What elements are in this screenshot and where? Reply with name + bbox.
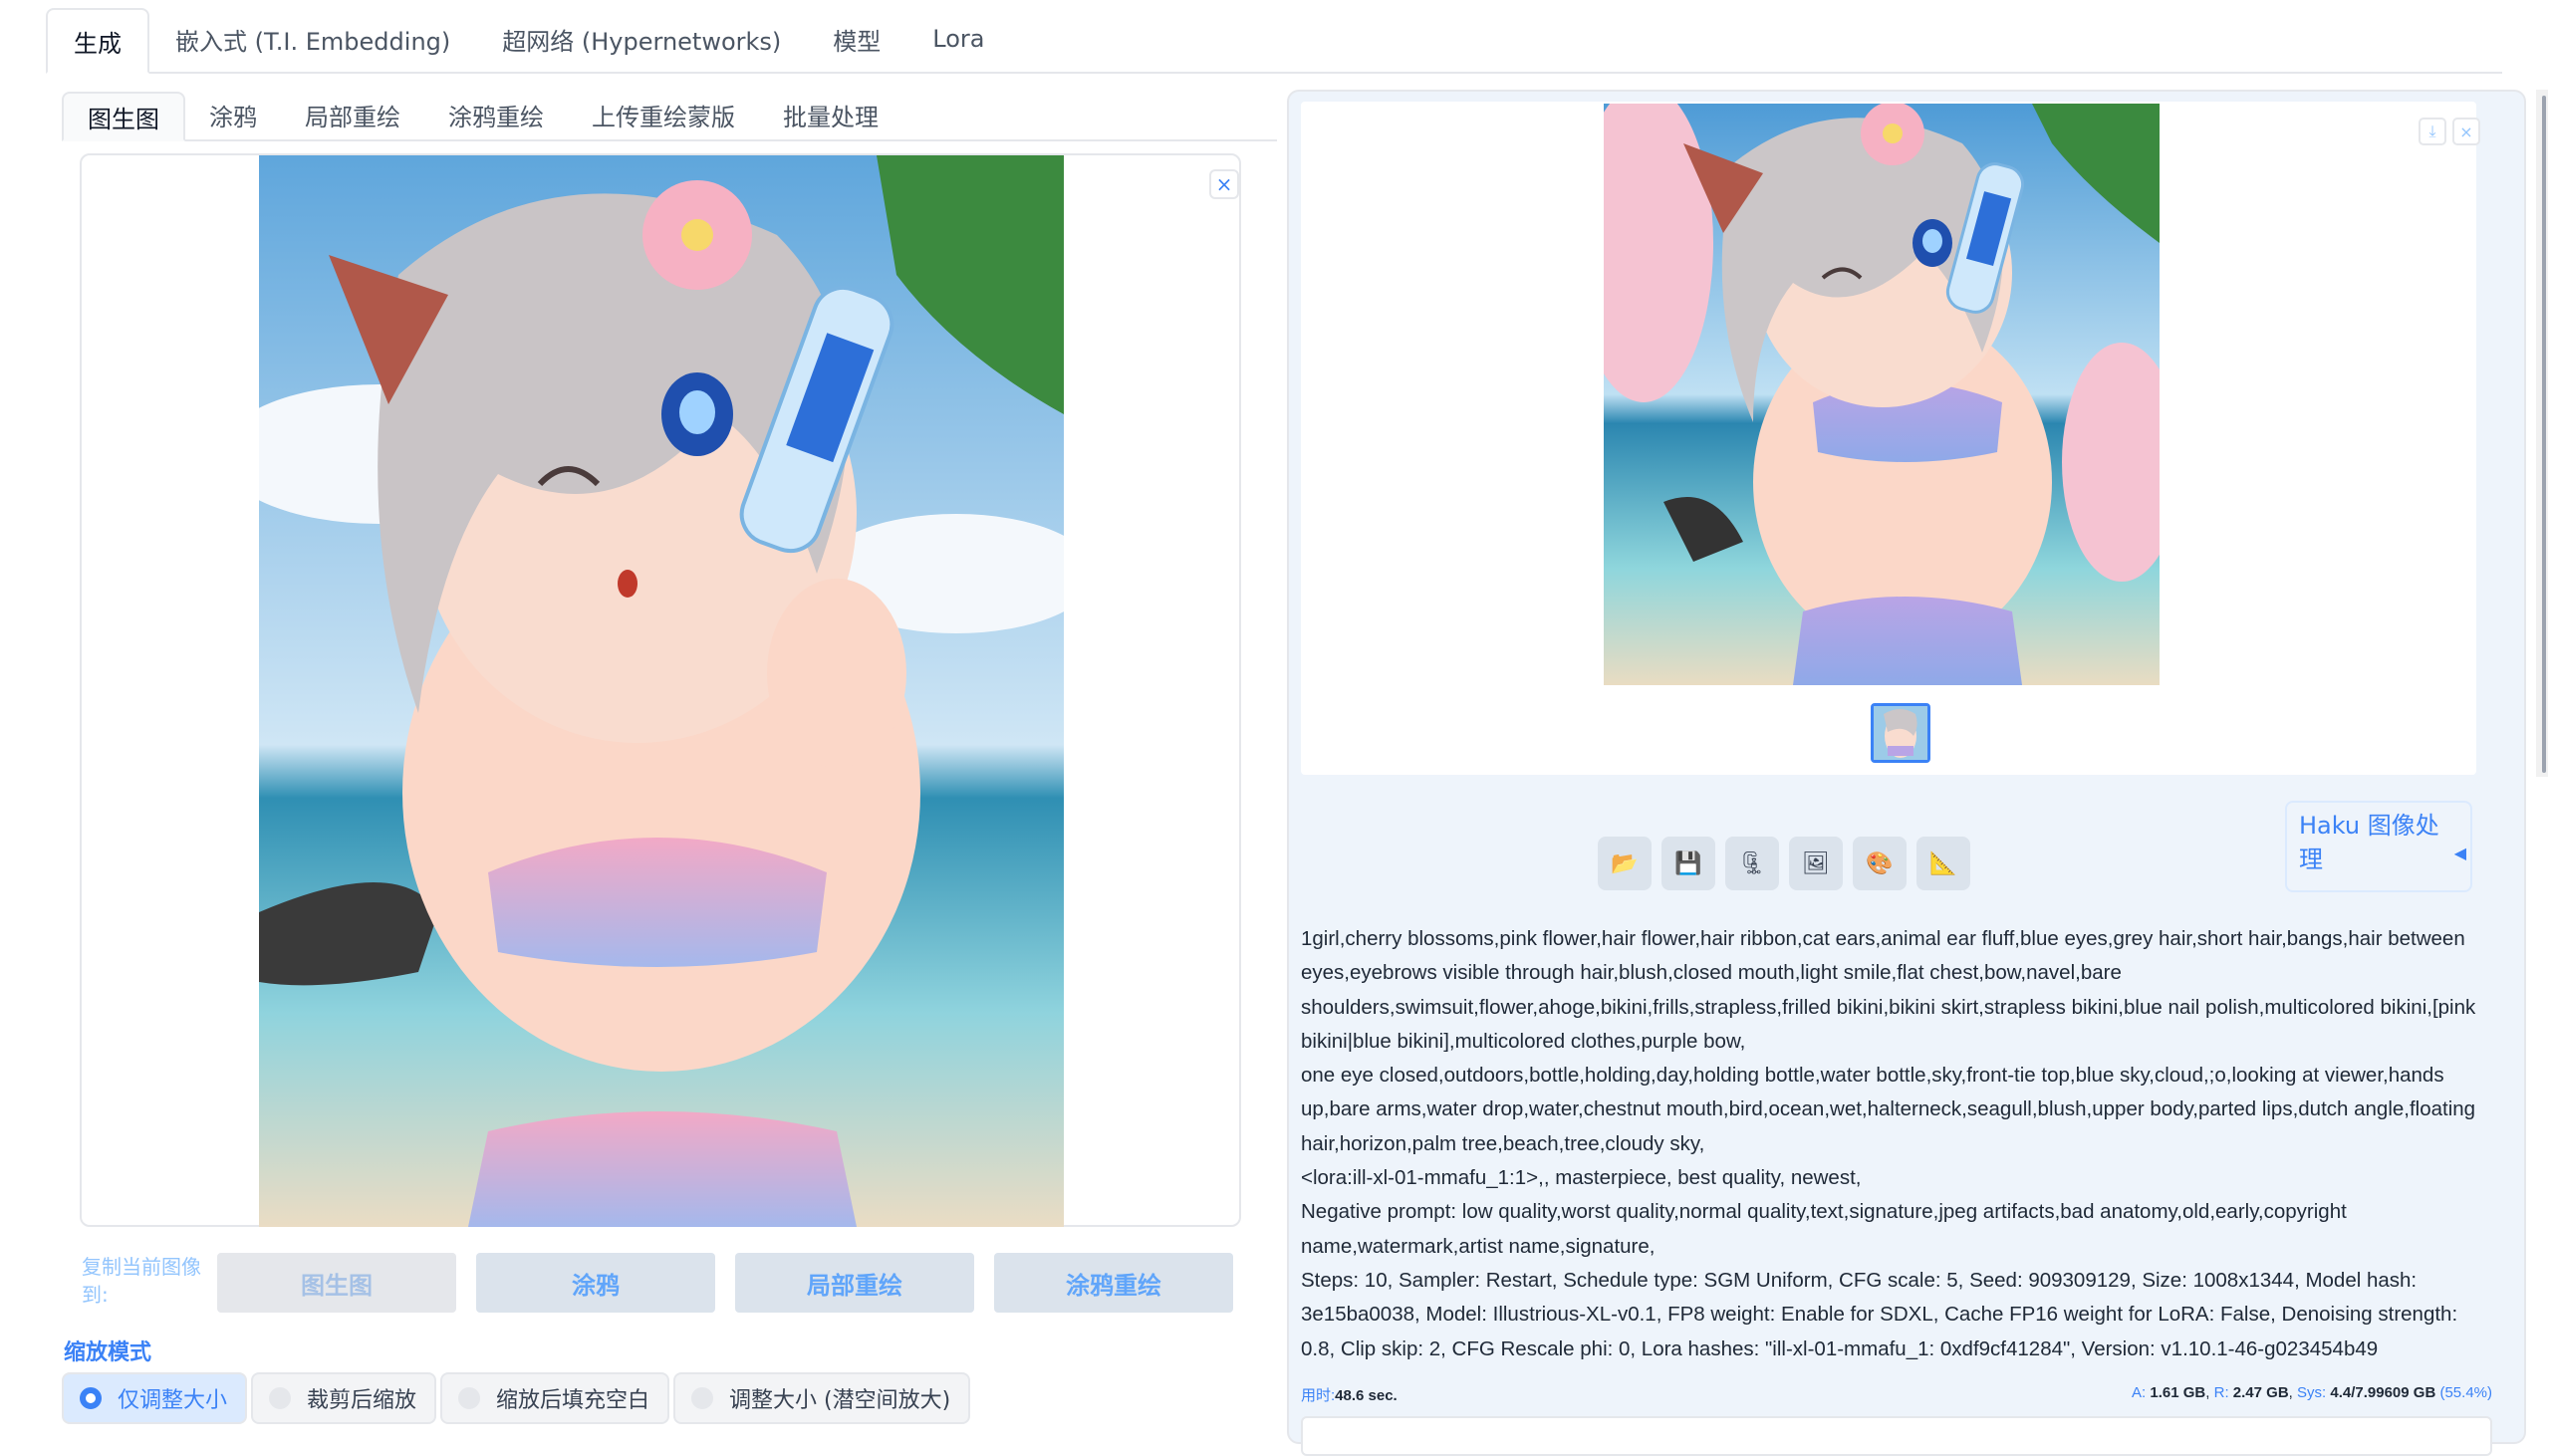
radio-dot <box>691 1387 714 1409</box>
memory-stats: A: 1.61 GB, R: 2.47 GB, Sys: 4.4/7.99609… <box>2132 1384 2492 1401</box>
radio-label: 缩放后填充空白 <box>496 1388 650 1413</box>
gen-info-line: one eye closed,outdoors,bottle,holding,d… <box>1301 1064 2476 1155</box>
close-gallery-icon[interactable]: × <box>2452 118 2480 145</box>
resize-mode-just-resize[interactable]: 仅调整大小 <box>62 1372 248 1424</box>
img2img-panel: 图生图 涂鸦 局部重绘 涂鸦重绘 上传重绘蒙版 批量处理 × 复制当前图像到: … <box>62 90 1277 1434</box>
tab-img2img[interactable]: 图生图 <box>62 92 185 141</box>
clear-image-icon[interactable]: × <box>1209 169 1239 199</box>
radio-label: 仅调整大小 <box>118 1388 228 1413</box>
copy-image-row: 复制当前图像到: 图生图 涂鸦 局部重绘 涂鸦重绘 <box>80 1249 1241 1319</box>
save-icon[interactable]: 💾 <box>1661 837 1715 890</box>
main-tabs: 生成 嵌入式 (T.I. Embedding) 超网络 (Hypernetwor… <box>46 8 2502 74</box>
tab-inpaint-sketch[interactable]: 涂鸦重绘 <box>424 90 568 139</box>
output-image[interactable] <box>1604 104 2160 685</box>
resize-mode-latent-upscale[interactable]: 调整大小 (潜空间放大) <box>673 1372 971 1424</box>
haku-label: Haku 图像处理 <box>2299 812 2439 873</box>
img2img-mode-tabs: 图生图 涂鸦 局部重绘 涂鸦重绘 上传重绘蒙版 批量处理 <box>62 90 1277 141</box>
a-label: A: <box>2132 1384 2147 1401</box>
zip-icon[interactable]: 🗜 <box>1725 837 1779 890</box>
a-value: 1.61 GB <box>2150 1384 2206 1401</box>
webui-app: 生成 嵌入式 (T.I. Embedding) 超网络 (Hypernetwor… <box>40 0 2526 1456</box>
tab-inpaint-upload[interactable]: 上传重绘蒙版 <box>568 90 759 139</box>
gallery-thumbnail[interactable] <box>1871 703 1930 763</box>
send-to-inpaint-icon[interactable]: 🎨 <box>1853 837 1907 890</box>
copy-to-inpaint-button[interactable]: 局部重绘 <box>735 1253 974 1313</box>
input-image <box>259 155 1064 1227</box>
output-panel: ⤓ × 📂 💾 🗜 🖼 🎨 📐 Haku 图像处理 ◀ 1girl,cherry… <box>1287 90 2526 1456</box>
copy-to-sketch-button[interactable]: 涂鸦 <box>476 1253 715 1313</box>
resize-mode-label: 缩放模式 <box>64 1340 152 1365</box>
output-gallery: ⤓ × <box>1301 102 2480 775</box>
tab-batch[interactable]: 批量处理 <box>759 90 902 139</box>
tab-sketch[interactable]: 涂鸦 <box>185 90 281 139</box>
gen-info-line: 1girl,cherry blossoms,pink flower,hair f… <box>1301 927 2476 1053</box>
radio-label: 裁剪后缩放 <box>307 1388 417 1413</box>
tab-inpaint[interactable]: 局部重绘 <box>281 90 424 139</box>
r-label: R: <box>2213 1384 2229 1401</box>
generation-info: 1girl,cherry blossoms,pink flower,hair f… <box>1301 922 2492 1366</box>
radio-label: 调整大小 (潜空间放大) <box>729 1388 951 1413</box>
radio-dot <box>458 1387 481 1409</box>
output-toolbar: 📂 💾 🗜 🖼 🎨 📐 <box>1598 837 1970 890</box>
resize-mode-crop-resize[interactable]: 裁剪后缩放 <box>251 1372 437 1424</box>
send-to-extras-icon[interactable]: 📐 <box>1916 837 1970 890</box>
copy-image-label: 复制当前图像到: <box>82 1255 201 1307</box>
img2img-content: × 复制当前图像到: 图生图 涂鸦 局部重绘 涂鸦重绘 缩放模式 仅调整大小 裁… <box>62 143 1277 1424</box>
gen-info-line: Negative prompt: low quality,worst quali… <box>1301 1200 2347 1258</box>
html-log-box <box>1301 1416 2492 1456</box>
radio-dot <box>269 1387 292 1409</box>
gen-info-line: Steps: 10, Sampler: Restart, Schedule ty… <box>1301 1268 2458 1360</box>
sys-percent: (55.4%) <box>2439 1384 2492 1401</box>
sys-label: Sys: <box>2297 1384 2327 1401</box>
time-label: 用时: <box>1301 1387 1336 1404</box>
gen-info-line: <lora:ill-xl-01-mmafu_1:1>,, masterpiece… <box>1301 1166 1862 1190</box>
tab-embedding[interactable]: 嵌入式 (T.I. Embedding) <box>149 6 476 72</box>
download-icon[interactable]: ⤓ <box>2419 118 2446 145</box>
send-to-img2img-icon[interactable]: 🖼 <box>1789 837 1843 890</box>
resize-mode-fill[interactable]: 缩放后填充空白 <box>440 1372 670 1424</box>
tab-generate[interactable]: 生成 <box>46 8 149 74</box>
tab-lora[interactable]: Lora <box>906 6 1010 72</box>
tab-models[interactable]: 模型 <box>807 6 906 72</box>
copy-to-img2img-button[interactable]: 图生图 <box>217 1253 456 1313</box>
input-image-area[interactable]: × <box>80 153 1241 1227</box>
tab-hypernetworks[interactable]: 超网络 (Hypernetworks) <box>476 6 807 72</box>
time-value: 48.6 sec. <box>1335 1387 1398 1404</box>
sys-value: 4.4/7.99609 GB <box>2330 1384 2436 1401</box>
radio-dot <box>80 1387 102 1409</box>
performance-stats: 用时:48.6 sec. A: 1.61 GB, R: 2.47 GB, Sys… <box>1301 1384 2492 1405</box>
resize-mode-radio-group: 仅调整大小 裁剪后缩放 缩放后填充空白 调整大小 (潜空间放大) <box>62 1372 971 1424</box>
haku-image-button[interactable]: Haku 图像处理 ◀ <box>2285 801 2472 892</box>
scrollbar-thumb[interactable] <box>2542 96 2546 773</box>
collapse-arrow-icon: ◀ <box>2453 844 2466 862</box>
open-folder-icon[interactable]: 📂 <box>1598 837 1652 890</box>
r-value: 2.47 GB <box>2232 1384 2289 1401</box>
copy-to-inpaint-sketch-button[interactable]: 涂鸦重绘 <box>994 1253 1233 1313</box>
